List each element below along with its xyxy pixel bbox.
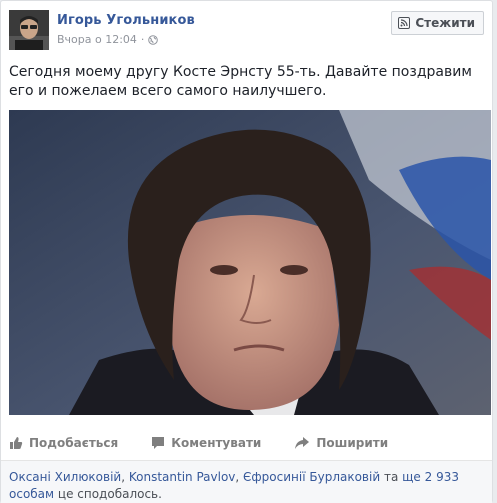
rss-icon (398, 17, 411, 29)
post-text: Сегодня моему другу Косте Эрнсту 55-ть. … (9, 64, 472, 99)
post-meta: Вчора о 12:04 · (57, 33, 159, 46)
follow-label: Стежити (415, 16, 475, 30)
meta-separator: · (140, 33, 145, 46)
share-button[interactable]: Поширити (294, 436, 388, 450)
share-arrow-icon (295, 437, 310, 449)
post-card: Игорь Угольников Вчора о 12:04 · Стежити… (0, 0, 493, 503)
follow-button[interactable]: Стежити (391, 11, 484, 35)
liker-link-1[interactable]: Оксані Хилюковій (9, 470, 121, 484)
globe-icon[interactable] (148, 34, 159, 45)
thumbs-up-icon (10, 437, 23, 449)
likes-conjunction: та (380, 470, 403, 484)
post-timestamp[interactable]: Вчора о 12:04 (57, 33, 137, 46)
liker-link-3[interactable]: Єфросинії Бурлаковій (243, 470, 380, 484)
portrait-image (9, 110, 491, 415)
comment-button[interactable]: Коментувати (151, 436, 261, 450)
comment-label: Коментувати (171, 436, 262, 450)
like-label: Подобається (29, 436, 119, 450)
avatar[interactable] (9, 10, 49, 50)
post-actions: Подобається Коментувати Поширити (9, 433, 421, 453)
likes-summary: Оксані Хилюковій, Konstantin Pavlov, Єфр… (1, 460, 492, 503)
likes-comma-1: , (121, 470, 129, 484)
avatar-image (9, 10, 49, 50)
post-header: Игорь Угольников Вчора о 12:04 · Стежити (9, 10, 484, 52)
post-photo[interactable] (9, 110, 491, 415)
like-button[interactable]: Подобається (9, 436, 118, 450)
author-name[interactable]: Игорь Угольников (57, 13, 195, 28)
likes-comma-2: , (235, 470, 244, 484)
liker-link-2[interactable]: Konstantin Pavlov (129, 470, 236, 484)
share-label: Поширити (316, 436, 389, 450)
comment-icon (152, 437, 165, 449)
likes-tail: це сподобалось. (54, 487, 162, 501)
